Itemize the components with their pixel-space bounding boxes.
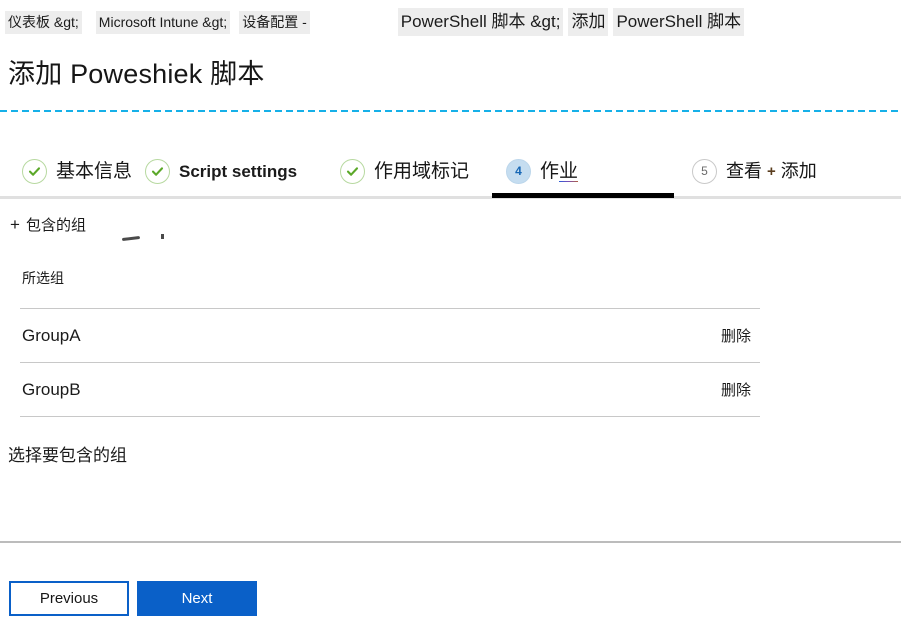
table-divider-bottom [20, 416, 760, 417]
wizard-step-list: 基本信息 Script settings 作用域标记 4 作业 5 查看 + 添… [0, 145, 901, 197]
plus-icon: + [767, 163, 776, 180]
delete-group-link[interactable]: 删除 [721, 379, 751, 400]
add-included-groups-button[interactable]: + 包含的组 [10, 214, 86, 235]
wizard-active-step-indicator [492, 193, 674, 198]
table-row[interactable]: GroupB 删除 [20, 363, 760, 416]
wizard-step-assignments-label-suffix: 业 [559, 160, 579, 182]
wizard-step-review-add-label: 查看 + 添加 [726, 162, 817, 180]
check-icon [22, 158, 47, 184]
wizard-step-basics[interactable]: 基本信息 [22, 145, 132, 197]
footer-divider [0, 541, 901, 543]
breadcrumb-item-device-config[interactable]: 设备配置 - [239, 10, 310, 34]
table-row[interactable]: GroupA 删除 [20, 309, 760, 362]
selected-groups-table: GroupA 删除 GroupB 删除 [20, 308, 760, 417]
add-included-groups-label: 包含的组 [25, 217, 86, 234]
group-name: GroupB [22, 379, 81, 399]
choose-groups-hint: 选择要包含的组 [8, 446, 127, 465]
breadcrumb-item-add-powershell-script[interactable]: PowerShell 脚本 [613, 8, 745, 36]
wizard-step-review-label-prefix: 查看 [726, 161, 768, 181]
footer-actions: Previous Next [9, 581, 257, 616]
wizard-step-rail [0, 196, 901, 199]
wizard-step-assignments[interactable]: 4 作业 [506, 145, 579, 197]
wizard-step-review-add[interactable]: 5 查看 + 添加 [692, 145, 817, 197]
wizard-step-script-settings[interactable]: Script settings [145, 145, 297, 197]
wizard-step-assignments-label: 作业 [540, 160, 579, 182]
wizard-step-scope-tags[interactable]: 作用域标记 [340, 145, 469, 197]
breadcrumb-item-intune[interactable]: Microsoft Intune &gt; [95, 10, 231, 34]
check-icon [145, 158, 170, 184]
render-artifact-b [161, 234, 164, 239]
next-button[interactable]: Next [137, 581, 257, 616]
check-icon [340, 158, 365, 184]
breadcrumb: 仪表板 &gt; Microsoft Intune &gt; 设备配置 - Po… [0, 0, 901, 44]
group-name: GroupA [22, 325, 81, 345]
delete-group-link[interactable]: 删除 [721, 325, 751, 346]
wizard-step-script-settings-label: Script settings [179, 161, 298, 181]
wizard-step-scope-tags-label: 作用域标记 [374, 160, 470, 182]
wizard-step-review-label-suffix: 添加 [775, 161, 817, 181]
plus-icon: + [10, 215, 20, 234]
page-title: 添加 Poweshiek 脚本 [8, 59, 265, 89]
breadcrumb-item-dashboard[interactable]: 仪表板 &gt; [5, 10, 82, 34]
render-artifact-a [121, 235, 141, 242]
wizard-step-number-badge: 5 [692, 158, 717, 184]
selected-groups-header: 所选组 [22, 270, 64, 286]
wizard-step-assignments-label-prefix: 作 [540, 160, 560, 182]
wizard-step-basics-label: 基本信息 [56, 160, 133, 182]
wizard-step-number-badge: 4 [506, 158, 531, 184]
breadcrumb-item-powershell-scripts[interactable]: PowerShell 脚本 &gt; [397, 8, 564, 36]
breadcrumb-item-add[interactable]: 添加 [568, 8, 609, 36]
previous-button[interactable]: Previous [9, 581, 129, 616]
title-dashed-divider [0, 110, 901, 112]
